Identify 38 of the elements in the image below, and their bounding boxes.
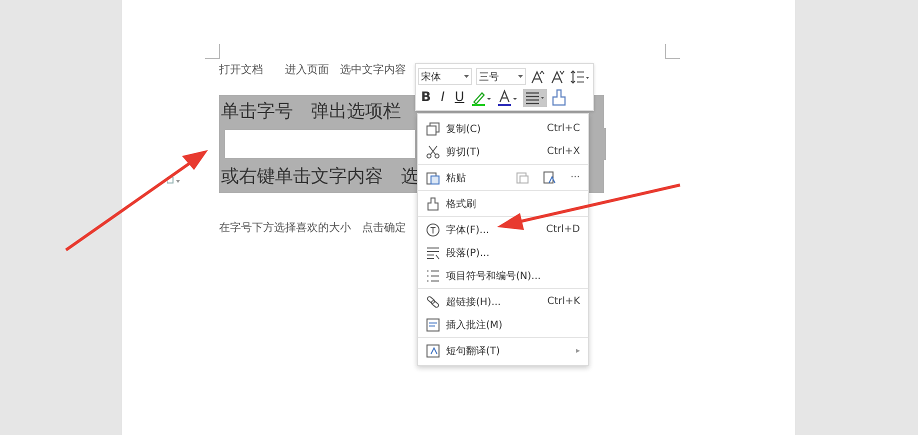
font-icon [426, 222, 440, 236]
brush-icon [426, 196, 440, 210]
list-icon [426, 268, 440, 282]
line-spacing-icon[interactable] [570, 68, 590, 84]
menu-item[interactable]: 短句翻译(T) ▸ [418, 339, 588, 362]
size-select[interactable]: 三号 [476, 68, 526, 85]
link-icon [426, 294, 440, 308]
menu-item[interactable]: 剪切(T) Ctrl+X [418, 140, 588, 163]
font-select[interactable]: 宋体 [418, 68, 472, 85]
paragraph-icon [426, 246, 440, 260]
menu-item[interactable]: 粘贴 ··· [418, 166, 588, 189]
menu-item[interactable]: 超链接(H)... Ctrl+K [418, 290, 588, 313]
shortcut-text: Ctrl+K [547, 296, 580, 307]
menu-item[interactable]: 项目符号和编号(N)... [418, 264, 588, 287]
grow-font-icon[interactable] [530, 68, 546, 84]
menu-item[interactable]: 插入批注(M) [418, 313, 588, 336]
translate-icon [426, 344, 440, 358]
paragraph-mark-icon[interactable] [167, 177, 181, 185]
menu-item[interactable]: 格式刷 [418, 192, 588, 215]
menu-item[interactable]: 段落(P)... [418, 241, 588, 264]
paste-icon [426, 170, 440, 184]
font-color-icon[interactable] [497, 88, 520, 106]
caret-icon [518, 75, 523, 78]
shortcut-text: Ctrl+X [546, 146, 580, 157]
copy-icon [426, 122, 440, 136]
paragraph-text: 打开文档 进入页面 选中文字内容 [219, 63, 406, 76]
submenu-arrow: ▸ [576, 346, 580, 355]
align-button[interactable] [523, 88, 548, 106]
menu-item[interactable]: 字体(F)... Ctrl+D [418, 218, 588, 241]
shrink-font-icon[interactable] [550, 68, 566, 84]
cut-icon [426, 144, 440, 158]
paragraph-text: 在字号下方选择喜欢的大小 点击确定 [219, 221, 406, 234]
more-options-button[interactable]: ··· [570, 172, 580, 183]
shortcut-text: Ctrl+D [546, 224, 580, 235]
caret-icon [464, 75, 469, 78]
comment-icon [426, 318, 440, 332]
paste-special-icon[interactable] [543, 171, 556, 184]
format-painter-icon[interactable] [551, 88, 568, 106]
